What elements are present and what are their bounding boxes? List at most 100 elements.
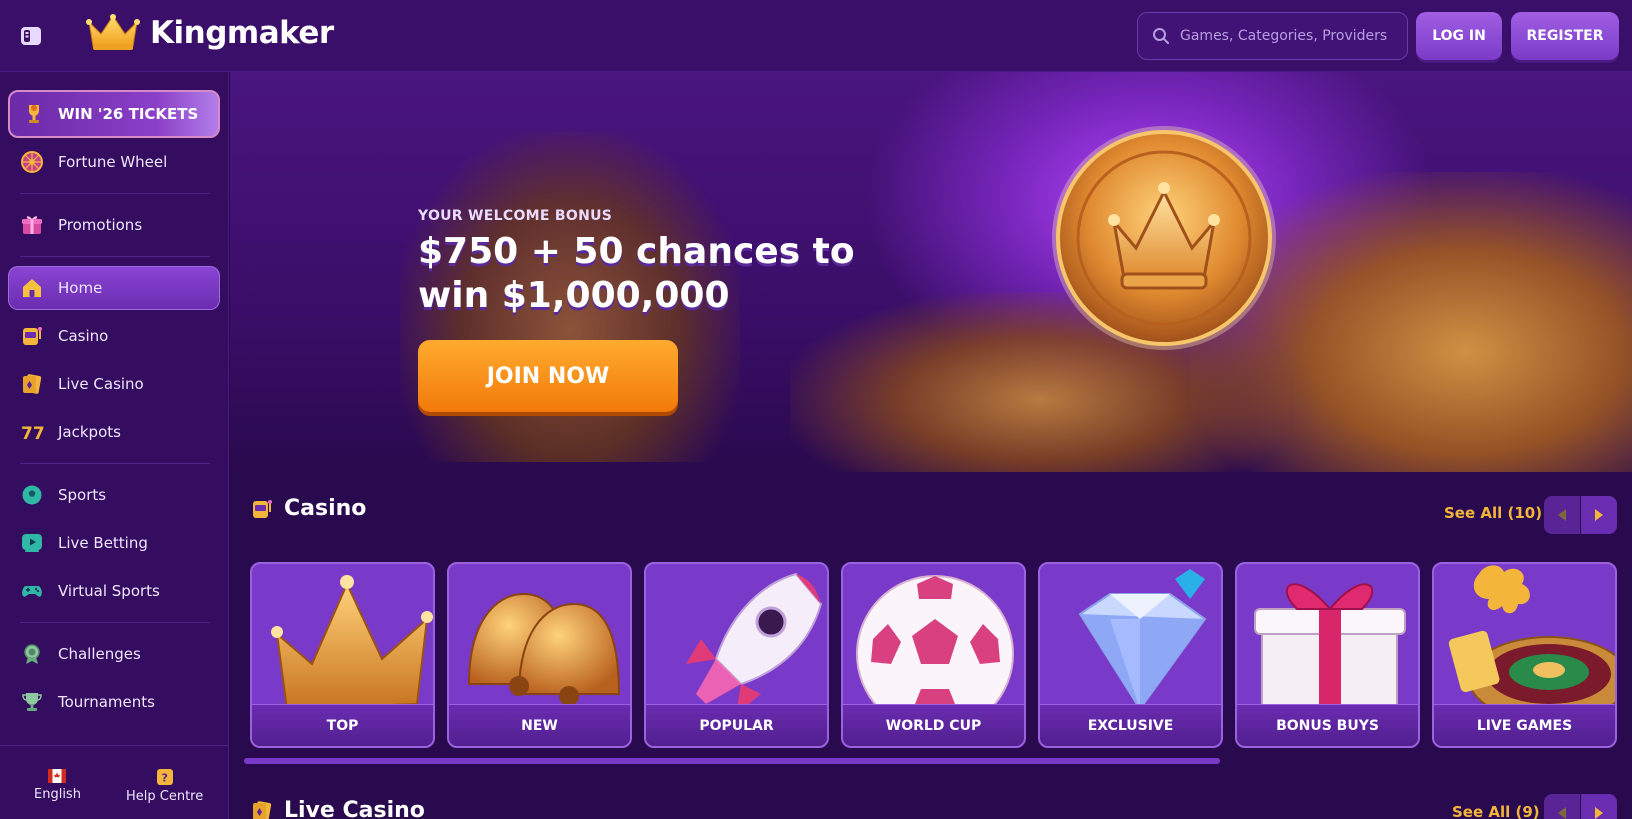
- category-card-exclusive[interactable]: EXCLUSIVE: [1038, 562, 1223, 748]
- cards-icon: [253, 800, 272, 819]
- sidebar-divider: [20, 256, 210, 257]
- gamepad-icon: [20, 579, 44, 603]
- svg-text:77: 77: [21, 424, 44, 444]
- category-label: LIVE GAMES: [1434, 704, 1615, 746]
- sevens-icon: 77: [20, 420, 44, 444]
- top-bar: Kingmaker LOG IN REGISTER: [0, 0, 1632, 72]
- search-input[interactable]: [1180, 28, 1400, 44]
- bells-icon: [467, 592, 621, 706]
- sidebar-item-tournaments[interactable]: Tournaments: [8, 680, 220, 724]
- search-icon: [1153, 28, 1169, 44]
- sidebar-divider: [20, 193, 210, 194]
- roulette-icon: [1448, 565, 1615, 714]
- sidebar-toggle-icon[interactable]: [20, 25, 42, 47]
- slot-machine-icon: [253, 499, 272, 518]
- live-casino-next-button[interactable]: [1581, 794, 1617, 819]
- category-card-live-games[interactable]: LIVE GAMES: [1432, 562, 1617, 748]
- brand-name: Kingmaker: [150, 15, 334, 51]
- register-button[interactable]: REGISTER: [1511, 12, 1619, 60]
- category-label: POPULAR: [646, 704, 827, 746]
- slot-machine-icon: [20, 324, 44, 348]
- sidebar-item-live-betting[interactable]: Live Betting: [8, 521, 220, 565]
- home-icon: [20, 276, 44, 300]
- casino-section-title: Casino: [284, 496, 367, 521]
- sidebar-item-label: Sports: [58, 486, 107, 504]
- brand-logo[interactable]: Kingmaker: [86, 14, 334, 52]
- sidebar-item-challenges[interactable]: Challenges: [8, 632, 220, 676]
- promo-win-tickets[interactable]: WIN '26 TICKETS: [8, 90, 220, 138]
- casino-prev-button[interactable]: [1544, 496, 1580, 534]
- badge-icon: [20, 642, 44, 666]
- crown-coin-icon: [1052, 126, 1276, 350]
- sidebar-divider: [0, 745, 229, 746]
- fortune-wheel-icon: [20, 150, 44, 174]
- arrow-left-icon: [1558, 509, 1566, 521]
- football-icon: [20, 483, 44, 507]
- sidebar-item-label: Home: [58, 279, 103, 297]
- arrow-right-icon: [1595, 807, 1603, 819]
- category-label: NEW: [449, 704, 630, 746]
- category-card-top[interactable]: TOP: [250, 562, 435, 748]
- category-card-bonus-buys[interactable]: BONUS BUYS: [1235, 562, 1420, 748]
- category-label: WORLD CUP: [843, 704, 1024, 746]
- sidebar-item-promotions[interactable]: Promotions: [8, 203, 220, 247]
- sidebar-item-label: Casino: [58, 327, 109, 345]
- live-casino-section-title: Live Casino: [284, 798, 425, 819]
- help-centre-link[interactable]: ? Help Centre: [126, 769, 203, 804]
- search-box[interactable]: [1137, 12, 1408, 60]
- hero-banner[interactable]: YOUR WELCOME BONUS $750 + 50 chances to …: [230, 72, 1632, 472]
- sidebar-item-sports[interactable]: Sports: [8, 473, 220, 517]
- gift-icon: [20, 213, 44, 237]
- sidebar-item-label: Live Casino: [58, 375, 144, 393]
- hero-title: $750 + 50 chances to win $1,000,000: [418, 231, 855, 316]
- login-button[interactable]: LOG IN: [1416, 12, 1502, 60]
- sidebar-item-label: Jackpots: [58, 423, 121, 441]
- cards-icon: [20, 372, 44, 396]
- sidebar-item-fortune-wheel[interactable]: Fortune Wheel: [8, 140, 220, 184]
- live-casino-see-all-link[interactable]: See All (9): [1452, 803, 1540, 819]
- sidebar-item-jackpots[interactable]: 77 Jackpots: [8, 410, 220, 454]
- live-casino-prev-button[interactable]: [1544, 794, 1580, 819]
- sidebar-item-live-casino[interactable]: Live Casino: [8, 362, 220, 406]
- sidebar-item-home[interactable]: Home: [8, 266, 220, 310]
- sidebar-item-label: Fortune Wheel: [58, 153, 168, 171]
- casino-next-button[interactable]: [1581, 496, 1617, 534]
- crown-logo-icon: [86, 14, 140, 50]
- sidebar-divider: [20, 622, 210, 623]
- category-card-world-cup[interactable]: WORLD CUP: [841, 562, 1026, 748]
- category-label: TOP: [252, 704, 433, 746]
- trophy-icon: [22, 102, 46, 126]
- sidebar-item-label: Virtual Sports: [58, 582, 160, 600]
- crown-icon: [271, 575, 433, 711]
- sidebar-item-label: Tournaments: [58, 693, 155, 711]
- category-label: EXCLUSIVE: [1040, 704, 1221, 746]
- sidebar: WIN '26 TICKETS Fortune Wheel Promotions: [0, 72, 229, 819]
- language-selector[interactable]: English: [34, 769, 81, 802]
- casino-see-all-link[interactable]: See All (10): [1444, 504, 1542, 522]
- join-now-button[interactable]: JOIN NOW: [418, 340, 678, 412]
- sidebar-item-casino[interactable]: Casino: [8, 314, 220, 358]
- play-screen-icon: [20, 531, 44, 555]
- category-card-popular[interactable]: POPULAR: [644, 562, 829, 748]
- sidebar-item-virtual-sports[interactable]: Virtual Sports: [8, 569, 220, 613]
- help-label: Help Centre: [126, 789, 204, 804]
- rocket-icon: [686, 572, 823, 714]
- sidebar-item-label: Challenges: [58, 645, 141, 663]
- svg-text:?: ?: [161, 772, 167, 785]
- category-label: BONUS BUYS: [1237, 704, 1418, 746]
- main-content: YOUR WELCOME BONUS $750 + 50 chances to …: [230, 72, 1632, 819]
- gift-box-icon: [1254, 583, 1406, 714]
- help-icon: ?: [156, 769, 173, 785]
- category-card-new[interactable]: NEW: [447, 562, 632, 748]
- soccer-ball-icon: [856, 575, 1014, 714]
- casino-categories-row: TOP NEW POPULAR WORLD CUP EXCLUSIVE BONU…: [250, 562, 1632, 752]
- cup-icon: [20, 690, 44, 714]
- hero-kicker: YOUR WELCOME BONUS: [418, 208, 613, 224]
- casino-section-header: Casino: [250, 496, 366, 521]
- promo-label: WIN '26 TICKETS: [58, 105, 199, 123]
- sidebar-item-label: Promotions: [58, 216, 143, 234]
- diamond-icon: [1078, 569, 1207, 711]
- arrow-left-icon: [1558, 807, 1566, 819]
- casino-scrollbar[interactable]: [244, 758, 1220, 764]
- live-casino-section-header: Live Casino: [250, 798, 425, 819]
